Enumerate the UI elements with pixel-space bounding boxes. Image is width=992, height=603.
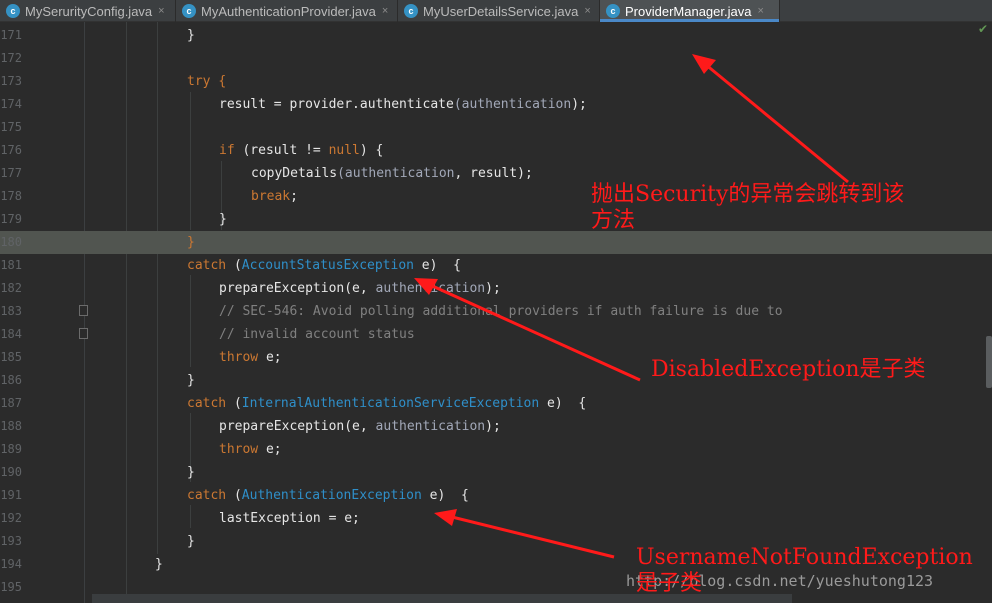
- arrow-to-exception-var: [447, 514, 615, 559]
- arrow-to-authentication-param: [427, 282, 641, 382]
- arrow-to-catch-block: [704, 62, 849, 184]
- annotation-security-note: 抛出Security的异常会跳转到该 方法: [591, 182, 905, 233]
- annotation-disabled-note: DisabledException是子类: [651, 357, 926, 382]
- arrowhead: [434, 509, 457, 526]
- annotation-usernotfound-note: UsernameNotFoundException 是子类: [636, 545, 973, 596]
- annotation-arrows: [414, 54, 849, 559]
